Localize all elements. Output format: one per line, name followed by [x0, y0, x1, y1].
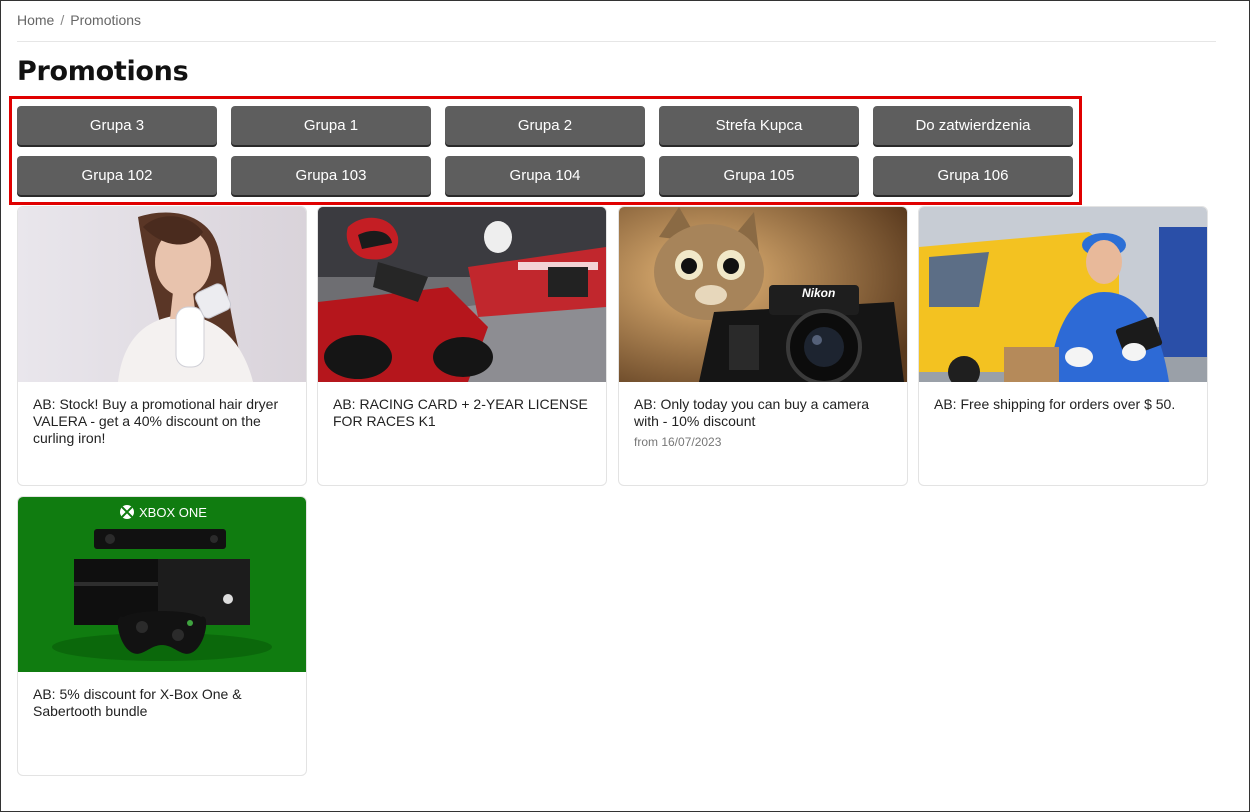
promotion-image-hair-dryer	[18, 207, 306, 382]
xbox-brand-label: XBOX ONE	[139, 505, 207, 520]
page-title: Promotions	[17, 56, 189, 87]
breadcrumb-home-link[interactable]: Home	[17, 12, 54, 28]
promotion-card[interactable]: AB: Stock! Buy a promotional hair dryer …	[17, 206, 307, 486]
group-button-grupa-105[interactable]: Grupa 105	[659, 156, 859, 195]
breadcrumb-separator: /	[60, 12, 65, 28]
promotion-image-cat-camera: Nikon	[619, 207, 907, 382]
promotion-card[interactable]: Nikon AB: Only today you can buy a camer…	[618, 206, 908, 486]
group-button-grupa-106[interactable]: Grupa 106	[873, 156, 1073, 195]
group-button-grupa-103[interactable]: Grupa 103	[231, 156, 431, 195]
promotion-title: AB: 5% discount for X-Box One & Sabertoo…	[33, 686, 242, 719]
group-button-grupa-3[interactable]: Grupa 3	[17, 106, 217, 145]
group-button-grupa-2[interactable]: Grupa 2	[445, 106, 645, 145]
promotion-title: AB: Free shipping for orders over $ 50.	[934, 396, 1176, 412]
promotion-card[interactable]: XBOX ONE AB: 5% discount for X-Box One &…	[17, 496, 307, 776]
group-filter-buttons: Grupa 3 Grupa 1 Grupa 2 Strefa Kupca Do …	[17, 106, 1073, 195]
promotion-title: AB: Only today you can buy a camera with…	[634, 396, 870, 429]
promotion-image-delivery	[919, 207, 1207, 382]
group-button-strefa-kupca[interactable]: Strefa Kupca	[659, 106, 859, 145]
promotion-image-go-karts	[318, 207, 606, 382]
breadcrumb-current: Promotions	[70, 12, 142, 28]
promotion-date: from 16/07/2023	[634, 435, 722, 449]
promotion-title: AB: Stock! Buy a promotional hair dryer …	[33, 396, 279, 446]
group-button-grupa-104[interactable]: Grupa 104	[445, 156, 645, 195]
promotion-card[interactable]: AB: Free shipping for orders over $ 50.	[918, 206, 1208, 486]
group-button-do-zatwierdzenia[interactable]: Do zatwierdzenia	[873, 106, 1073, 145]
promotion-title: AB: RACING CARD + 2-YEAR LICENSE FOR RAC…	[333, 396, 588, 429]
breadcrumb: Home / Promotions	[17, 12, 141, 28]
camera-brand-label: Nikon	[802, 286, 835, 300]
group-button-grupa-1[interactable]: Grupa 1	[231, 106, 431, 145]
promotion-image-xbox: XBOX ONE	[18, 497, 306, 672]
group-button-grupa-102[interactable]: Grupa 102	[17, 156, 217, 195]
header-divider	[17, 41, 1216, 42]
promotion-card[interactable]: AB: RACING CARD + 2-YEAR LICENSE FOR RAC…	[317, 206, 607, 486]
